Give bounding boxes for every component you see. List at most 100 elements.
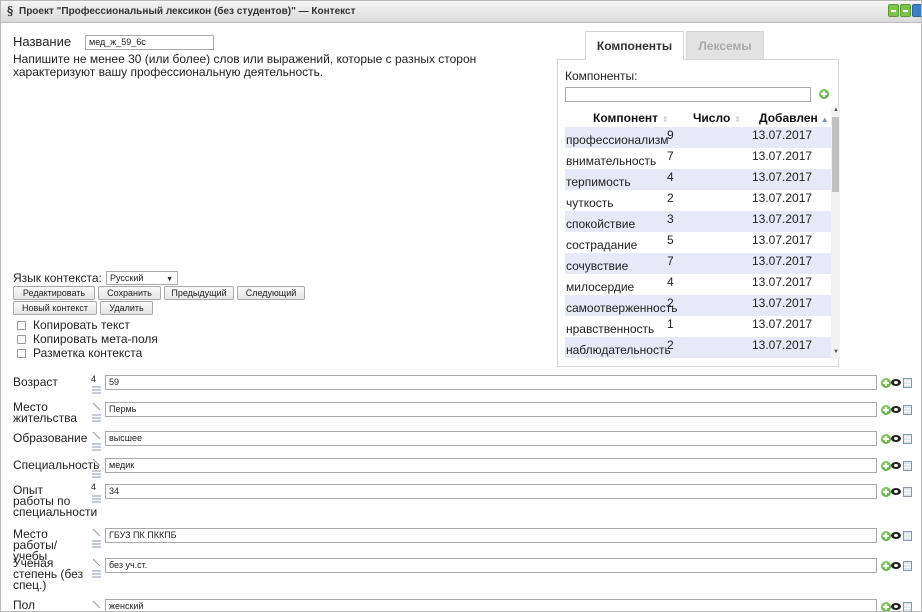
eye-icon[interactable] [891,532,901,539]
field-label-specialty: Специальность [13,458,100,472]
list-icon[interactable] [92,414,101,422]
eye-icon[interactable] [891,462,901,469]
table-row[interactable]: самоотверженность 2 13.07.2017 [565,295,831,316]
components-scrollbar[interactable]: ▲ ▼ [831,107,840,359]
pencil-icon[interactable] [92,600,101,609]
minimize-icon[interactable] [888,4,899,17]
field-input-gender[interactable]: женский [105,599,877,611]
date-cell: 13.07.2017 [752,296,813,310]
eye-icon[interactable] [891,406,901,413]
save-button[interactable]: Сохранить [98,286,161,300]
field-actions [881,530,921,542]
component-cell: внимательность [566,154,657,168]
date-cell: 13.07.2017 [752,149,813,163]
column-header-added-text: Добавлен [759,111,818,125]
list-icon[interactable] [92,495,101,503]
add-icon[interactable] [881,378,891,388]
list-icon[interactable] [92,443,101,451]
add-icon[interactable] [881,531,891,541]
markup-checkbox[interactable] [17,349,26,358]
field-count-experience: 4 [91,482,97,492]
field-input-specialty[interactable]: медик [105,458,877,473]
column-header-added[interactable]: Добавлен ▲ [759,111,829,125]
component-cell: профессионализм [566,133,669,147]
maximize-icon[interactable] [912,4,921,17]
date-cell: 13.07.2017 [752,233,813,247]
copy-text-checkbox[interactable] [17,321,26,330]
field-input-education[interactable]: высшее [105,431,877,446]
add-icon[interactable] [881,461,891,471]
table-row[interactable]: наблюдательность 2 13.07.2017 [565,337,831,358]
count-cell: 2 [667,338,674,352]
count-cell: 4 [667,170,674,184]
column-header-count[interactable]: Число ⇕ [693,111,741,125]
table-icon[interactable] [903,531,912,541]
next-button[interactable]: Следующий [237,286,305,300]
list-icon[interactable] [92,540,101,548]
language-select[interactable]: Русский ▼ [106,271,178,285]
delete-button[interactable]: Удалить [100,301,153,315]
eye-icon[interactable] [891,435,901,442]
list-icon[interactable] [92,470,101,478]
tab-components[interactable]: Компоненты [585,31,684,60]
list-icon[interactable] [92,570,101,578]
field-actions [881,460,921,472]
table-row[interactable]: профессионализм 9 13.07.2017 [565,127,831,148]
pencil-icon[interactable] [92,431,101,440]
section-icon: § [7,4,14,18]
eye-icon[interactable] [891,562,901,569]
field-input-degree[interactable]: без уч.ст. [105,558,877,573]
add-icon[interactable] [881,434,891,444]
scroll-down-icon[interactable]: ▼ [833,349,839,355]
scrollbar-thumb[interactable] [832,117,839,192]
table-row[interactable]: спокойствие 3 13.07.2017 [565,211,831,232]
add-icon[interactable] [881,602,891,611]
column-header-component[interactable]: Компонент ⇕ [593,111,669,125]
eye-icon[interactable] [891,379,901,386]
tab-lexemes[interactable]: Лексемы [686,31,764,59]
pencil-icon[interactable] [92,528,101,537]
table-row[interactable]: чуткость 2 13.07.2017 [565,190,831,211]
table-icon[interactable] [903,461,912,471]
field-input-residence[interactable]: Пермь [105,402,877,417]
table-icon[interactable] [903,405,912,415]
restore-icon[interactable] [900,4,911,17]
table-icon[interactable] [903,434,912,444]
name-input[interactable]: мед_ж_59_6с [85,35,214,50]
table-icon[interactable] [903,602,912,611]
eye-icon[interactable] [891,488,901,495]
table-row[interactable]: сострадание 5 13.07.2017 [565,232,831,253]
pencil-icon[interactable] [92,558,101,567]
table-icon[interactable] [903,378,912,388]
count-cell: 2 [667,191,674,205]
component-cell: самоотверженность [566,301,678,315]
previous-button[interactable]: Предыдущий [164,286,234,300]
add-icon[interactable] [881,561,891,571]
new-context-button[interactable]: Новый контекст [13,301,97,315]
scroll-up-icon[interactable]: ▲ [833,107,839,113]
edit-button[interactable]: Редактировать [13,286,95,300]
field-input-workplace[interactable]: ГБУЗ ПК ПККПБ [105,528,877,543]
table-row[interactable]: нравственность 1 13.07.2017 [565,316,831,337]
components-table: профессионализм 9 13.07.2017 внимательно… [565,127,831,371]
field-input-age[interactable]: 59 [105,375,877,390]
table-icon[interactable] [903,561,912,571]
sort-icon: ⇕ [734,115,741,124]
table-icon[interactable] [903,487,912,497]
component-cell: терпимость [566,175,631,189]
add-icon[interactable] [881,405,891,415]
copy-meta-checkbox[interactable] [17,335,26,344]
table-row[interactable]: милосердие 4 13.07.2017 [565,274,831,295]
list-icon[interactable] [92,386,101,394]
table-row[interactable]: сочувствие 7 13.07.2017 [565,253,831,274]
pencil-icon[interactable] [92,458,101,467]
component-input[interactable] [565,87,811,102]
table-row[interactable]: внимательность 7 13.07.2017 [565,148,831,169]
eye-icon[interactable] [891,603,901,610]
field-input-experience[interactable]: 34 [105,484,877,499]
count-cell: 7 [667,254,674,268]
add-icon[interactable] [881,487,891,497]
pencil-icon[interactable] [92,402,101,411]
table-row[interactable]: терпимость 4 13.07.2017 [565,169,831,190]
add-component-icon[interactable] [819,89,829,99]
